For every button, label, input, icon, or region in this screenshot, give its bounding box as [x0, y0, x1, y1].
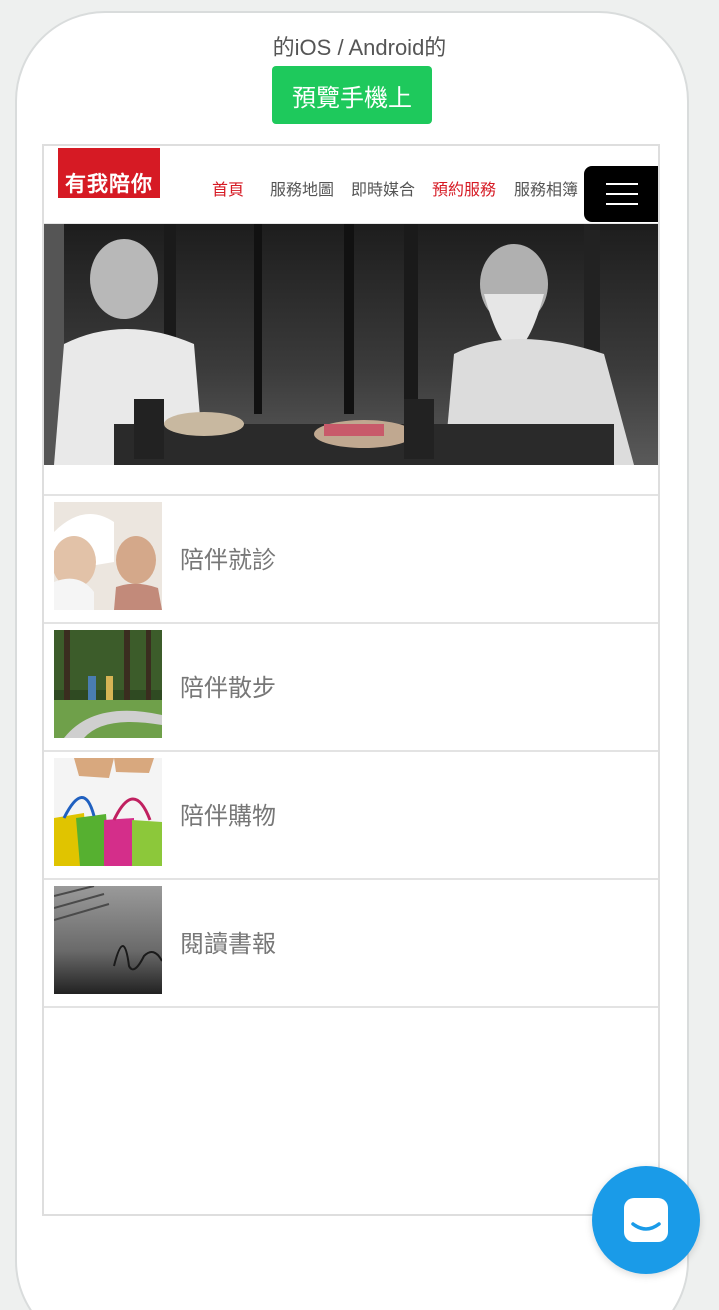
- mobile-screen: 有我陪你 首頁 服務地圖 即時媒合 預約服務 服務相簿 陪伴就診 陪伴散步 陪伴…: [42, 144, 660, 1216]
- service-item-shopping[interactable]: 陪伴購物: [44, 752, 658, 880]
- walking-in-park-thumbnail: [54, 630, 162, 738]
- document-signature-thumbnail: [54, 886, 162, 994]
- service-label-clinic: 陪伴就診: [180, 546, 276, 574]
- chat-launcher-icon[interactable]: [592, 1166, 700, 1274]
- service-label-reading: 閱讀書報: [180, 930, 276, 958]
- service-label-shopping: 陪伴購物: [180, 802, 276, 830]
- nurse-with-elder-thumbnail: [54, 502, 162, 610]
- service-list: 陪伴就診 陪伴散步 陪伴購物 閱讀書報: [44, 496, 658, 1008]
- nav-item-book-service[interactable]: 預約服務: [432, 176, 496, 200]
- service-item-walk[interactable]: 陪伴散步: [44, 624, 658, 752]
- preview-title: 的iOS / Android的: [272, 35, 447, 60]
- preview-on-phone-button[interactable]: 預覽手機上: [272, 66, 432, 124]
- nav-item-home[interactable]: 首頁: [212, 176, 244, 200]
- service-item-clinic[interactable]: 陪伴就診: [44, 496, 658, 624]
- logo-text: 有我陪你: [65, 172, 153, 196]
- site-logo[interactable]: 有我陪你: [58, 148, 160, 198]
- hero-photo: [44, 224, 658, 465]
- site-header: 有我陪你 首頁 服務地圖 即時媒合 預約服務 服務相簿: [44, 146, 658, 224]
- hamburger-menu-icon[interactable]: [584, 166, 658, 222]
- nav-item-service-album[interactable]: 服務相簿: [514, 176, 578, 200]
- nav-item-service-map[interactable]: 服務地圖: [270, 176, 334, 200]
- service-item-reading[interactable]: 閱讀書報: [44, 880, 658, 1008]
- hero-image: [44, 224, 658, 465]
- shopping-bags-thumbnail: [54, 758, 162, 866]
- hero-spacer: [44, 465, 658, 496]
- nav-item-instant-match[interactable]: 即時媒合: [351, 176, 415, 200]
- chat-bubble-icon: [624, 1198, 668, 1242]
- service-label-walk: 陪伴散步: [180, 674, 276, 702]
